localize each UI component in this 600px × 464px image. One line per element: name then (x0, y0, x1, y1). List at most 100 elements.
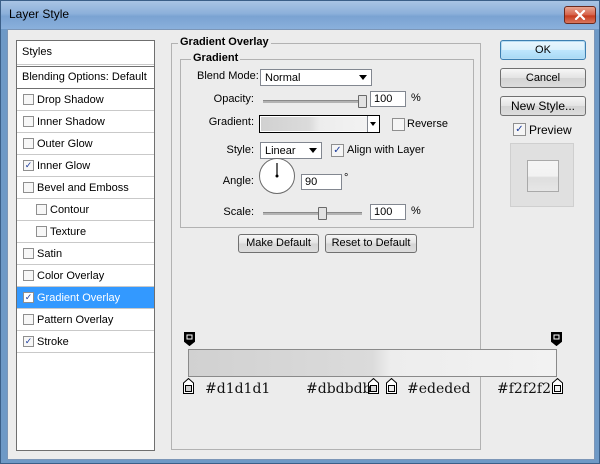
gradient-bar[interactable] (188, 349, 557, 377)
scale-input[interactable]: 100 (370, 204, 406, 220)
cancel-button[interactable]: Cancel (500, 68, 586, 88)
style-item-label: Color Overlay (37, 270, 105, 282)
chevron-down-icon (359, 75, 367, 80)
style-item-checkbox[interactable] (23, 314, 34, 325)
style-item-stroke[interactable]: ✓ Stroke (17, 331, 154, 353)
styles-list: Styles Blending Options: Default Drop Sh… (16, 40, 155, 451)
opacity-unit: % (411, 92, 421, 104)
color-stop-icon (385, 377, 397, 394)
style-item-checkbox[interactable] (23, 248, 34, 259)
angle-label: Angle: (222, 175, 254, 187)
style-item-label: Inner Glow (37, 160, 91, 172)
style-item-checkbox[interactable] (23, 270, 34, 281)
opacity-label: Opacity: (213, 93, 254, 105)
style-item-gradient-overlay[interactable]: ✓ Gradient Overlay (17, 287, 154, 309)
chevron-down-icon (370, 122, 376, 126)
preview-thumbnail (510, 143, 574, 207)
align-with-layer-label: Align with Layer (347, 144, 425, 156)
angle-dial-needle-icon (275, 163, 279, 178)
style-item-checkbox[interactable] (36, 204, 47, 215)
close-button[interactable] (564, 6, 596, 24)
panel-subtitle: Gradient (191, 52, 241, 64)
scale-unit: % (411, 205, 421, 217)
style-value: Linear (265, 145, 296, 157)
blend-mode-value: Normal (265, 72, 301, 84)
style-item-contour[interactable]: Contour (17, 199, 154, 221)
opacity-stop-left[interactable] (184, 332, 195, 347)
opacity-slider[interactable] (263, 100, 362, 103)
style-item-inner-shadow[interactable]: Inner Shadow (17, 111, 154, 133)
angle-input[interactable]: 90 (301, 174, 342, 190)
ok-button[interactable]: OK (500, 40, 586, 60)
close-icon (574, 10, 586, 20)
color-stop-label: #ededed (407, 381, 471, 397)
blend-mode-label: Blend Mode: (197, 70, 259, 82)
title-bar[interactable]: Layer Style (1, 1, 599, 29)
color-stop-marker[interactable] (183, 377, 194, 394)
style-item-checkbox[interactable] (23, 138, 34, 149)
reverse-checkbox[interactable] (392, 118, 405, 131)
opacity-stop-right[interactable] (551, 332, 562, 347)
color-stop-icon (552, 377, 563, 394)
opacity-input[interactable]: 100 (370, 91, 406, 107)
window-title: Layer Style (9, 7, 70, 21)
color-stop-label: #f2f2f2 (497, 381, 551, 397)
styles-header-label: Styles (22, 46, 52, 58)
style-item-checkbox[interactable] (23, 94, 34, 105)
align-with-layer-checkbox[interactable]: ✓ (331, 144, 344, 157)
gradient-label: Gradient: (208, 116, 254, 128)
color-stop-label: #dbdbdb (306, 381, 372, 397)
style-item-drop-shadow[interactable]: Drop Shadow (17, 89, 154, 111)
style-item-inner-glow[interactable]: ✓ Inner Glow (17, 155, 154, 177)
style-item-color-overlay[interactable]: Color Overlay (17, 265, 154, 287)
layer-style-dialog: Layer Style Styles Blending Options: Def… (0, 0, 600, 464)
panel-title: Gradient Overlay (178, 36, 271, 48)
style-item-label: Inner Shadow (37, 116, 105, 128)
style-item-checkbox[interactable] (23, 182, 34, 193)
style-item-label: Gradient Overlay (37, 292, 121, 304)
reverse-label: Reverse (407, 118, 448, 130)
gradient-subgroup: Gradient Blend Mode: Normal Opacity: 100… (180, 52, 474, 228)
color-stop-icon (183, 377, 194, 394)
style-item-checkbox[interactable] (36, 226, 47, 237)
scale-slider-thumb[interactable] (318, 207, 328, 220)
reset-to-default-button[interactable]: Reset to Default (325, 234, 417, 253)
style-item-checkbox[interactable]: ✓ (23, 160, 34, 171)
styles-header[interactable]: Styles (17, 41, 154, 65)
style-item-label: Outer Glow (37, 138, 93, 150)
angle-unit: ° (344, 172, 349, 184)
style-item-satin[interactable]: Satin (17, 243, 154, 265)
preview-checkbox[interactable]: ✓ (513, 123, 526, 136)
opacity-stop-icon (184, 332, 195, 347)
style-item-label: Stroke (37, 336, 69, 348)
style-item-bevel-and-emboss[interactable]: Bevel and Emboss (17, 177, 154, 199)
style-label: Style: (226, 144, 254, 156)
style-item-texture[interactable]: Texture (17, 221, 154, 243)
style-item-checkbox[interactable] (23, 116, 34, 127)
style-item-label: Drop Shadow (37, 94, 104, 106)
style-select[interactable]: Linear (260, 142, 322, 159)
style-item-outer-glow[interactable]: Outer Glow (17, 133, 154, 155)
blending-options-row[interactable]: Blending Options: Default (17, 66, 154, 89)
opacity-stop-icon (551, 332, 562, 347)
dialog-client-area: Styles Blending Options: Default Drop Sh… (7, 29, 595, 460)
preview-sample-square (527, 160, 559, 192)
style-item-pattern-overlay[interactable]: Pattern Overlay (17, 309, 154, 331)
blending-options-label: Blending Options: Default (22, 71, 147, 83)
opacity-slider-thumb[interactable] (358, 95, 367, 108)
blend-mode-select[interactable]: Normal (260, 69, 372, 86)
style-item-checkbox[interactable]: ✓ (23, 336, 34, 347)
angle-dial[interactable] (259, 158, 295, 194)
gradient-picker[interactable] (259, 115, 380, 133)
style-item-label: Bevel and Emboss (37, 182, 129, 194)
color-stop-marker[interactable] (385, 377, 397, 394)
scale-label: Scale: (223, 206, 254, 218)
make-default-button[interactable]: Make Default (238, 234, 319, 253)
style-item-label: Texture (50, 226, 87, 238)
color-stop-marker[interactable] (552, 377, 563, 394)
style-item-label: Satin (37, 248, 63, 260)
new-style-button[interactable]: New Style... (500, 96, 586, 116)
gradient-dropdown-button[interactable] (367, 116, 379, 132)
scale-slider[interactable] (263, 212, 362, 215)
style-item-checkbox[interactable]: ✓ (23, 292, 34, 303)
